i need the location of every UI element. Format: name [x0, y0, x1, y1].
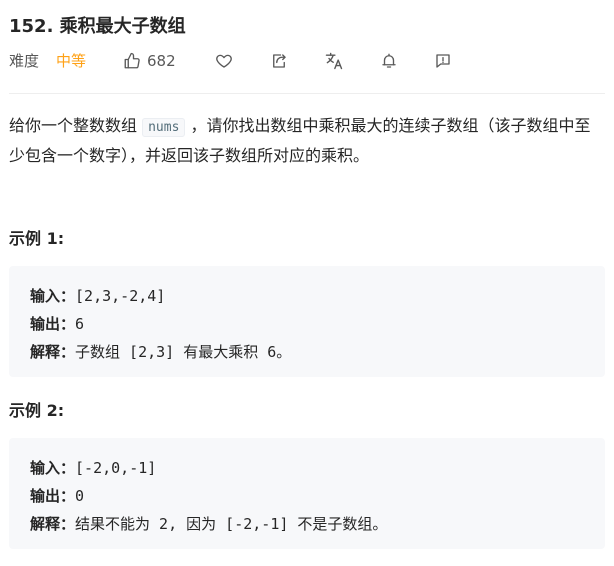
share-icon — [270, 52, 288, 70]
notification-button[interactable] — [377, 49, 401, 73]
example-output: 输出：0 — [30, 482, 605, 510]
input-label: 输入： — [30, 287, 76, 305]
inline-code: nums — [142, 118, 186, 137]
example-explanation: 解释：子数组 [2,3] 有最大乘积 6。 — [30, 338, 605, 366]
explain-label: 解释： — [30, 515, 76, 533]
output-value: 0 — [75, 487, 85, 505]
example-explanation: 解释：结果不能为 2, 因为 [-2,-1] 不是子数组。 — [30, 510, 605, 538]
thumbs-up-icon — [123, 52, 147, 70]
explain-label: 解释： — [30, 343, 76, 361]
bell-icon — [380, 52, 398, 70]
input-label: 输入： — [30, 459, 76, 477]
language-button[interactable] — [322, 49, 346, 73]
output-label: 输出： — [30, 315, 76, 333]
example-title: 示例 2: — [9, 401, 65, 420]
difficulty-badge: 中等 — [56, 52, 87, 70]
explain-value: 子数组 [2,3] 有最大乘积 6。 — [75, 343, 292, 361]
problem-meta-bar: 难度 中等 682 — [9, 49, 609, 73]
translate-icon — [324, 51, 344, 71]
problem-description: 给你一个整数数组 nums ，请你找出数组中乘积最大的连续子数组（该子数组中至少… — [9, 112, 605, 170]
example-title: 示例 1: — [9, 229, 65, 248]
output-value: 6 — [75, 315, 85, 333]
example-block: 输入：[-2,0,-1] 输出：0 解释：结果不能为 2, 因为 [-2,-1]… — [9, 438, 605, 549]
input-value: [-2,0,-1] — [75, 459, 157, 477]
explain-value: 结果不能为 2, 因为 [-2,-1] 不是子数组。 — [75, 515, 388, 533]
favorite-button[interactable] — [212, 49, 236, 73]
example-input: 输入：[2,3,-2,4] — [30, 282, 605, 310]
share-button[interactable] — [267, 49, 291, 73]
example-output: 输出：6 — [30, 310, 605, 338]
example-input: 输入：[-2,0,-1] — [30, 454, 605, 482]
feedback-icon — [434, 52, 452, 70]
example-block: 输入：[2,3,-2,4] 输出：6 解释：子数组 [2,3] 有最大乘积 6。 — [9, 266, 605, 377]
problem-title: 152. 乘积最大子数组 — [9, 16, 186, 37]
heart-icon — [215, 52, 233, 70]
difficulty-label: 难度 — [9, 52, 40, 70]
input-value: [2,3,-2,4] — [75, 287, 166, 305]
feedback-button[interactable] — [431, 49, 455, 73]
description-text: 给你一个整数数组 — [9, 116, 143, 135]
like-button[interactable]: 682 — [123, 49, 176, 73]
output-label: 输出： — [30, 487, 76, 505]
like-count: 682 — [147, 52, 176, 70]
divider — [9, 93, 605, 94]
